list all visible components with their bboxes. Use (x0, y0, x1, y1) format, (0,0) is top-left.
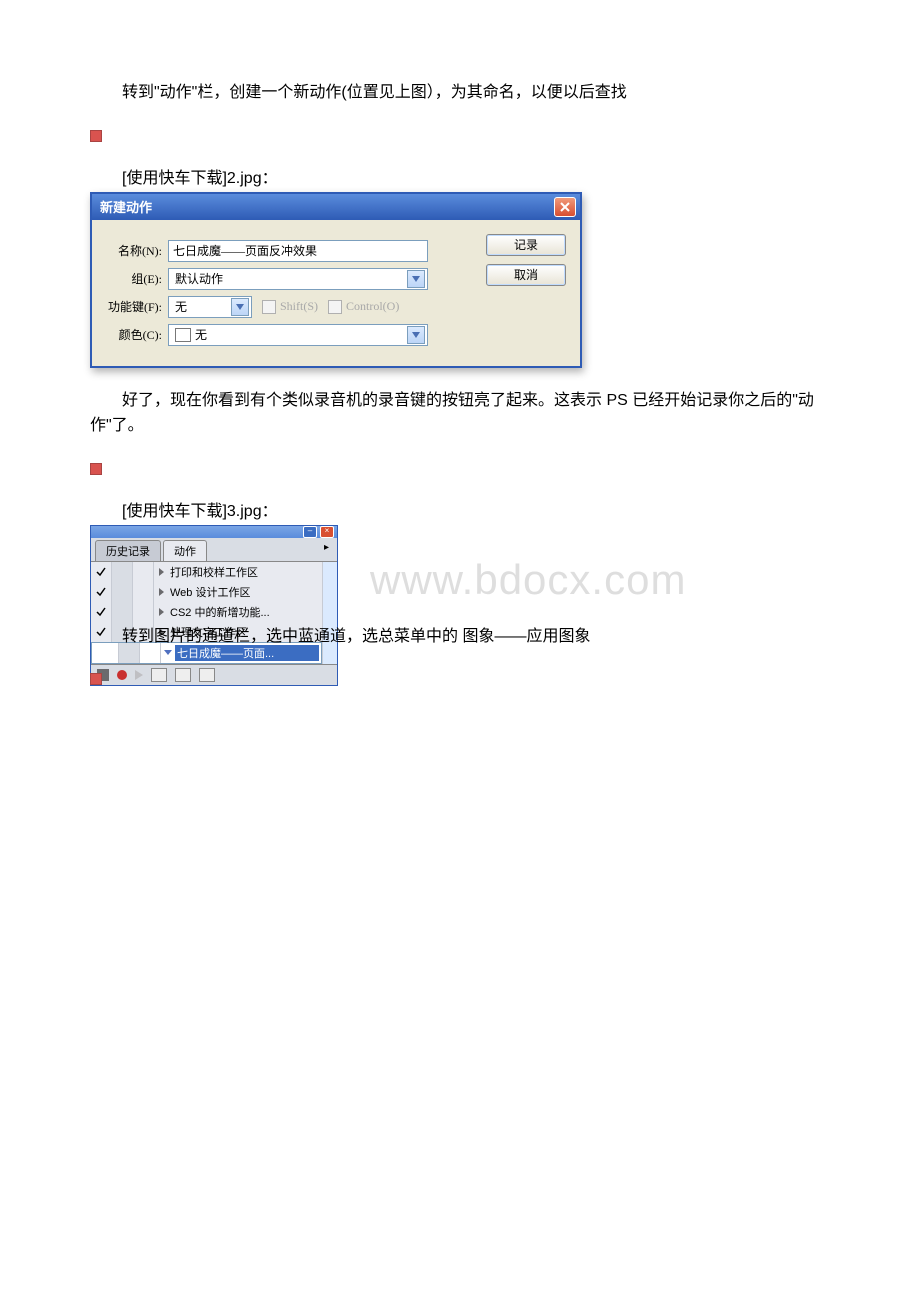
color-label: 颜色(C): (100, 326, 162, 343)
caption-2: [使用快车下载]2.jpg： (90, 164, 830, 188)
minimize-icon[interactable]: – (303, 526, 317, 538)
tab-history[interactable]: 历史记录 (95, 540, 161, 561)
group-select[interactable]: 默认动作 (168, 268, 428, 290)
name-label: 名称(N): (100, 242, 162, 259)
watermark: www.bdocx.com (370, 556, 830, 604)
bullet-icon (90, 130, 102, 142)
triangle-right-icon (159, 568, 164, 576)
actions-panel: – × 历史记录 动作 ▸ 打印和校样工作区 (90, 525, 338, 686)
control-checkbox[interactable]: Control(O) (328, 299, 399, 314)
color-swatch-icon (175, 328, 191, 342)
color-value: 无 (195, 326, 407, 343)
caption-3: [使用快车下载]3.jpg： (90, 497, 830, 521)
color-select[interactable]: 无 (168, 324, 428, 346)
list-item[interactable]: 打印和校样工作区 (91, 562, 322, 582)
dialog-title: 新建动作 (100, 197, 152, 216)
new-action-dialog: 新建动作 名称(N): 组(E): 默认动作 功能键(F): 无 (90, 192, 582, 368)
chevron-down-icon (231, 298, 249, 316)
fkey-value: 无 (175, 298, 231, 315)
fkey-select[interactable]: 无 (168, 296, 252, 318)
paragraph-3: 转到图片的通道栏，选中蓝通道，选总菜单中的 图象——应用图象 (90, 624, 830, 650)
bullet-icon (90, 673, 102, 685)
record-icon[interactable] (117, 670, 127, 680)
close-icon[interactable] (554, 197, 576, 217)
tab-actions[interactable]: 动作 (163, 540, 207, 561)
new-icon[interactable] (175, 668, 191, 682)
paragraph-2: 好了，现在你看到有个类似录音机的录音键的按钮亮了起来。这表示 PS 已经开始记录… (90, 388, 830, 439)
triangle-right-icon (159, 608, 164, 616)
cancel-button[interactable]: 取消 (486, 264, 566, 286)
play-icon[interactable] (135, 670, 143, 680)
triangle-right-icon (159, 588, 164, 596)
bullet-icon (90, 463, 102, 475)
group-value: 默认动作 (175, 270, 407, 287)
paragraph-1: 转到"动作"栏，创建一个新动作(位置见上图），为其命名，以便以后查找 (90, 80, 830, 106)
list-item[interactable]: CS2 中的新增功能... (91, 602, 322, 622)
fkey-label: 功能键(F): (100, 298, 162, 315)
chevron-down-icon (407, 270, 425, 288)
list-item[interactable]: Web 设计工作区 (91, 582, 322, 602)
record-button[interactable]: 记录 (486, 234, 566, 256)
panel-menu-icon[interactable]: ▸ (320, 540, 333, 561)
trash-icon[interactable] (199, 668, 215, 682)
chevron-down-icon (407, 326, 425, 344)
shift-checkbox[interactable]: Shift(S) (262, 299, 318, 314)
folder-icon[interactable] (151, 668, 167, 682)
close-icon[interactable]: × (320, 526, 334, 538)
dialog-titlebar: 新建动作 (92, 194, 580, 220)
name-input[interactable] (168, 240, 428, 262)
group-label: 组(E): (100, 270, 162, 287)
triangle-down-icon (164, 650, 172, 655)
